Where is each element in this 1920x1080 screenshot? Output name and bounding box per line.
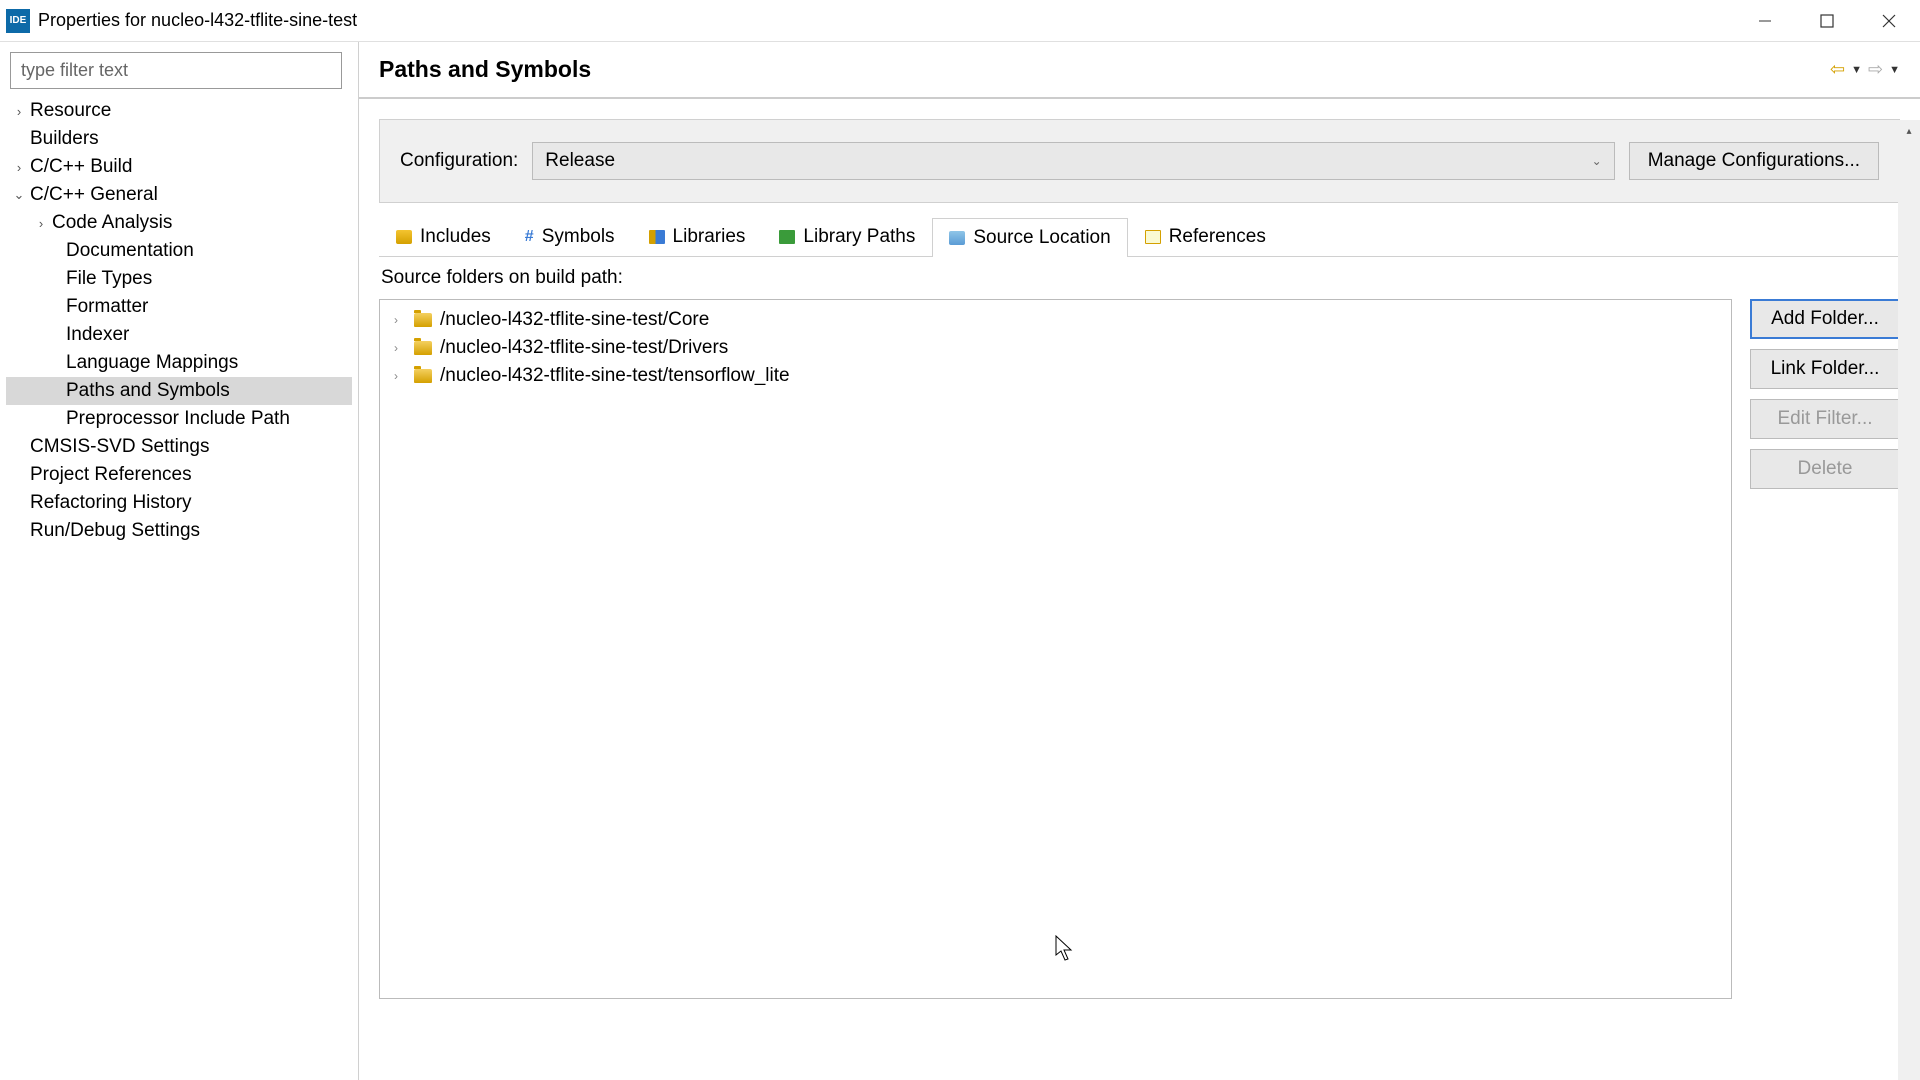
nav-back-dropdown-icon[interactable]: ▼ bbox=[1851, 64, 1862, 76]
maximize-button[interactable] bbox=[1796, 0, 1858, 41]
chevron-right-icon: › bbox=[394, 341, 406, 355]
folder-icon bbox=[414, 313, 432, 327]
tab-symbols[interactable]: #Symbols bbox=[508, 217, 632, 256]
sidebar-item-run-debug-settings[interactable]: Run/Debug Settings bbox=[6, 517, 352, 545]
close-button[interactable] bbox=[1858, 0, 1920, 41]
filter-input[interactable] bbox=[10, 52, 342, 89]
sidebar-item-label: Preprocessor Include Path bbox=[64, 408, 290, 430]
chevron-right-icon: › bbox=[10, 160, 28, 175]
edit-filter-button[interactable]: Edit Filter... bbox=[1750, 399, 1900, 439]
configuration-label: Configuration: bbox=[400, 150, 518, 172]
window-controls bbox=[1734, 0, 1920, 41]
delete-button[interactable]: Delete bbox=[1750, 449, 1900, 489]
chevron-down-icon: ⌄ bbox=[10, 187, 28, 203]
sidebar-item-label: Language Mappings bbox=[64, 352, 238, 374]
sidebar-item-label: C/C++ Build bbox=[28, 156, 132, 178]
nav-back-icon[interactable]: ⇦ bbox=[1830, 59, 1845, 80]
nav-forward-icon[interactable]: ⇨ bbox=[1868, 59, 1883, 80]
sidebar: ›ResourceBuilders›C/C++ Build⌄C/C++ Gene… bbox=[0, 42, 359, 1080]
chevron-right-icon: › bbox=[394, 369, 406, 383]
page-title: Paths and Symbols bbox=[379, 56, 1830, 83]
sidebar-item-language-mappings[interactable]: Language Mappings bbox=[6, 349, 352, 377]
manage-configurations-button[interactable]: Manage Configurations... bbox=[1629, 142, 1879, 180]
chevron-right-icon: › bbox=[32, 216, 50, 231]
tab-bar: Includes #Symbols Libraries Library Path… bbox=[379, 217, 1900, 257]
link-folder-button[interactable]: Link Folder... bbox=[1750, 349, 1900, 389]
sidebar-item-label: Code Analysis bbox=[50, 212, 172, 234]
source-folders-list[interactable]: ›/nucleo-l432-tflite-sine-test/Core ›/nu… bbox=[379, 299, 1732, 999]
sidebar-item-documentation[interactable]: Documentation bbox=[6, 237, 352, 265]
sidebar-item-label: Documentation bbox=[64, 240, 194, 262]
add-folder-button[interactable]: Add Folder... bbox=[1750, 299, 1900, 339]
titlebar: IDE Properties for nucleo-l432-tflite-si… bbox=[0, 0, 1920, 42]
libraries-icon bbox=[649, 230, 665, 244]
folder-icon bbox=[414, 341, 432, 355]
sidebar-item-c-c-general[interactable]: ⌄C/C++ General bbox=[6, 181, 352, 209]
sidebar-item-label: Builders bbox=[28, 128, 99, 150]
sidebar-item-label: Project References bbox=[28, 464, 192, 486]
sidebar-item-file-types[interactable]: File Types bbox=[6, 265, 352, 293]
sidebar-item-label: Run/Debug Settings bbox=[28, 520, 200, 542]
sidebar-item-project-references[interactable]: Project References bbox=[6, 461, 352, 489]
sidebar-item-resource[interactable]: ›Resource bbox=[6, 97, 352, 125]
sidebar-item-label: Resource bbox=[28, 100, 111, 122]
sidebar-item-label: Indexer bbox=[64, 324, 129, 346]
sidebar-item-label: File Types bbox=[64, 268, 152, 290]
sidebar-item-refactoring-history[interactable]: Refactoring History bbox=[6, 489, 352, 517]
sidebar-item-indexer[interactable]: Indexer bbox=[6, 321, 352, 349]
configuration-value: Release bbox=[545, 150, 615, 172]
vertical-scrollbar[interactable]: ▴ bbox=[1898, 120, 1920, 1080]
includes-icon bbox=[396, 230, 412, 244]
references-icon bbox=[1145, 230, 1161, 244]
tab-source-location[interactable]: Source Location bbox=[932, 218, 1127, 257]
sidebar-item-paths-and-symbols[interactable]: Paths and Symbols bbox=[6, 377, 352, 405]
chevron-right-icon: › bbox=[394, 313, 406, 327]
sidebar-item-cmsis-svd-settings[interactable]: CMSIS-SVD Settings bbox=[6, 433, 352, 461]
sidebar-item-formatter[interactable]: Formatter bbox=[6, 293, 352, 321]
list-item[interactable]: ›/nucleo-l432-tflite-sine-test/Core bbox=[380, 306, 1731, 334]
folder-icon bbox=[414, 369, 432, 383]
chevron-down-icon: ⌄ bbox=[1592, 154, 1602, 168]
window-title: Properties for nucleo-l432-tflite-sine-t… bbox=[38, 10, 1734, 31]
chevron-right-icon: › bbox=[10, 104, 28, 119]
tab-references[interactable]: References bbox=[1128, 217, 1283, 256]
minimize-button[interactable] bbox=[1734, 0, 1796, 41]
sidebar-item-label: Refactoring History bbox=[28, 492, 192, 514]
list-item[interactable]: ›/nucleo-l432-tflite-sine-test/tensorflo… bbox=[380, 362, 1731, 390]
nav-forward-dropdown-icon[interactable]: ▼ bbox=[1889, 64, 1900, 76]
sidebar-item-label: C/C++ General bbox=[28, 184, 158, 206]
sidebar-item-label: Paths and Symbols bbox=[64, 380, 230, 402]
sidebar-item-c-c-build[interactable]: ›C/C++ Build bbox=[6, 153, 352, 181]
sidebar-item-code-analysis[interactable]: ›Code Analysis bbox=[6, 209, 352, 237]
sidebar-item-label: Formatter bbox=[64, 296, 148, 318]
configuration-select[interactable]: Release ⌄ bbox=[532, 142, 1614, 180]
source-folders-label: Source folders on build path: bbox=[379, 257, 1732, 299]
library-paths-icon bbox=[779, 230, 795, 244]
tab-library-paths[interactable]: Library Paths bbox=[762, 217, 932, 256]
symbols-icon: # bbox=[525, 228, 534, 246]
sidebar-item-builders[interactable]: Builders bbox=[6, 125, 352, 153]
source-location-icon bbox=[949, 231, 965, 245]
scroll-up-icon[interactable]: ▴ bbox=[1898, 120, 1920, 142]
configuration-bar: Configuration: Release ⌄ Manage Configur… bbox=[379, 119, 1900, 203]
tab-includes[interactable]: Includes bbox=[379, 217, 508, 256]
content-area: Paths and Symbols ⇦ ▼ ⇨ ▼ Configuration:… bbox=[359, 42, 1920, 1080]
list-item[interactable]: ›/nucleo-l432-tflite-sine-test/Drivers bbox=[380, 334, 1731, 362]
sidebar-item-preprocessor-include-path[interactable]: Preprocessor Include Path bbox=[6, 405, 352, 433]
app-icon: IDE bbox=[6, 9, 30, 33]
sidebar-item-label: CMSIS-SVD Settings bbox=[28, 436, 210, 458]
tab-libraries[interactable]: Libraries bbox=[632, 217, 763, 256]
